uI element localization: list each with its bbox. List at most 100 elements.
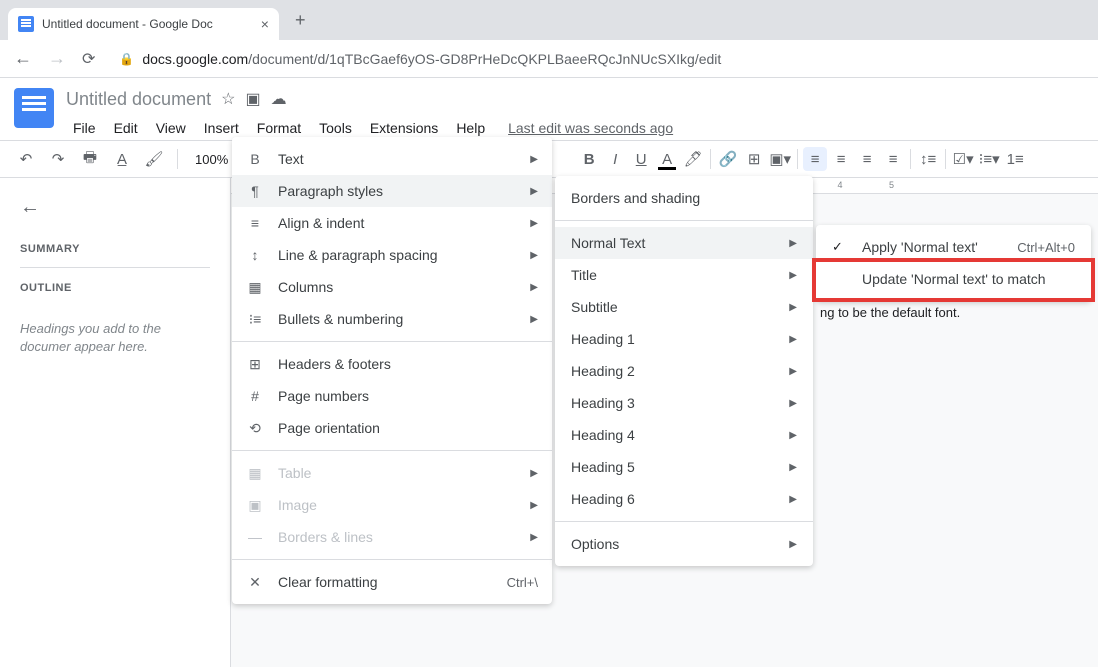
move-icon[interactable]: ▣ bbox=[245, 89, 260, 109]
toolbar-separator bbox=[710, 149, 711, 169]
reload-button[interactable]: ⟳ bbox=[82, 49, 95, 69]
menu-file[interactable]: File bbox=[66, 116, 103, 140]
menu-item-label: Paragraph styles bbox=[278, 183, 383, 199]
text-color-button[interactable]: A bbox=[655, 147, 679, 171]
new-tab-button[interactable]: + bbox=[295, 10, 306, 31]
menu-item-icon: ⊞ bbox=[246, 356, 264, 373]
lock-icon: 🔒 bbox=[119, 52, 134, 66]
outline-heading: OUTLINE bbox=[20, 282, 210, 306]
style-label: Subtitle bbox=[571, 299, 775, 315]
outline-sidebar: ← SUMMARY OUTLINE Headings you add to th… bbox=[0, 178, 230, 667]
paragraph-style-item[interactable]: Heading 4 ▶ bbox=[555, 419, 813, 451]
update-normal-text[interactable]: Update 'Normal text' to match bbox=[816, 263, 1091, 295]
redo-button[interactable]: ↷ bbox=[46, 147, 70, 171]
format-menu-item[interactable]: BText▶ bbox=[232, 143, 552, 175]
format-menu-item[interactable]: ▦Columns▶ bbox=[232, 271, 552, 303]
apply-label: Apply 'Normal text' bbox=[862, 239, 1003, 255]
align-left-button[interactable]: ≡ bbox=[803, 147, 827, 171]
align-center-button[interactable]: ≡ bbox=[829, 147, 853, 171]
italic-button[interactable]: I bbox=[603, 147, 627, 171]
address-bar[interactable]: 🔒 docs.google.com/document/d/1qTBcGaef6y… bbox=[111, 51, 1084, 67]
format-menu-item[interactable]: ↕Line & paragraph spacing▶ bbox=[232, 239, 552, 271]
submenu-arrow-icon: ▶ bbox=[789, 430, 797, 441]
paint-format-button[interactable]: 🖌 bbox=[142, 147, 166, 171]
document-title[interactable]: Untitled document bbox=[66, 89, 211, 110]
browser-nav-bar: ← → ⟳ 🔒 docs.google.com/document/d/1qTBc… bbox=[0, 40, 1098, 78]
paragraph-style-item[interactable]: Heading 3 ▶ bbox=[555, 387, 813, 419]
style-label: Normal Text bbox=[571, 235, 775, 251]
toolbar-separator bbox=[797, 149, 798, 169]
format-menu-item[interactable]: ¶ Paragraph styles ▶ bbox=[232, 175, 552, 207]
apply-normal-text[interactable]: ✓Apply 'Normal text'Ctrl+Alt+0 bbox=[816, 231, 1091, 263]
paragraph-style-item[interactable]: Heading 5▶ bbox=[555, 451, 813, 483]
style-label: Heading 3 bbox=[571, 395, 775, 411]
menu-item-icon: ✕ bbox=[246, 574, 264, 591]
paragraph-style-item[interactable]: Heading 1▶ bbox=[555, 323, 813, 355]
submenu-arrow-icon: ▶ bbox=[530, 186, 538, 197]
underline-button[interactable]: U bbox=[629, 147, 653, 171]
submenu-arrow-icon: ▶ bbox=[789, 238, 797, 249]
menu-item-label: Clear formatting bbox=[278, 574, 378, 590]
print-button[interactable]: 🖶 bbox=[78, 147, 102, 171]
align-right-button[interactable]: ≡ bbox=[855, 147, 879, 171]
paragraph-style-item[interactable]: Subtitle ▶ bbox=[555, 291, 813, 323]
menu-view[interactable]: View bbox=[149, 116, 193, 140]
menu-shortcut: Ctrl+\ bbox=[507, 575, 538, 590]
checklist-button[interactable]: ☑▾ bbox=[951, 147, 975, 171]
format-menu-item[interactable]: ≡Align & indent▶ bbox=[232, 207, 552, 239]
undo-button[interactable]: ↶ bbox=[14, 147, 38, 171]
add-comment-button[interactable]: ⊞ bbox=[742, 147, 766, 171]
style-label: Heading 4 bbox=[571, 427, 775, 443]
paragraph-style-item[interactable]: Title▶ bbox=[555, 259, 813, 291]
bulleted-list-button[interactable]: ⁝≡▾ bbox=[977, 147, 1001, 171]
menu-item-icon: B bbox=[246, 151, 264, 167]
menu-item-label: Line & paragraph spacing bbox=[278, 247, 438, 263]
collapse-sidebar-icon[interactable]: ← bbox=[20, 196, 210, 219]
paragraph-styles-submenu: Borders and shadingNormal Text▶Title▶Sub… bbox=[555, 176, 813, 566]
style-label: Heading 1 bbox=[571, 331, 775, 347]
style-label: Heading 6 bbox=[571, 491, 775, 507]
toolbar-separator bbox=[945, 149, 946, 169]
format-menu-item[interactable]: ⁝≡Bullets & numbering▶ bbox=[232, 303, 552, 335]
close-tab-icon[interactable]: × bbox=[261, 16, 269, 32]
menu-item-icon: ▣ bbox=[246, 497, 264, 514]
cloud-icon[interactable]: ☁ bbox=[271, 89, 287, 109]
browser-tab[interactable]: Untitled document - Google Doc × bbox=[8, 8, 279, 40]
line-spacing-button[interactable]: ↕≡ bbox=[916, 147, 940, 171]
star-icon[interactable]: ☆ bbox=[221, 89, 235, 109]
format-menu-item[interactable]: ⟲Page orientation bbox=[232, 412, 552, 444]
format-menu-item[interactable]: #Page numbers bbox=[232, 380, 552, 412]
submenu-arrow-icon: ▶ bbox=[530, 250, 538, 261]
last-edit-link[interactable]: Last edit was seconds ago bbox=[508, 120, 673, 136]
menu-edit[interactable]: Edit bbox=[107, 116, 145, 140]
url-text: docs.google.com/document/d/1qTBcGaef6yOS… bbox=[142, 51, 721, 67]
paragraph-style-item[interactable]: Heading 6▶ bbox=[555, 483, 813, 515]
align-justify-button[interactable]: ≡ bbox=[881, 147, 905, 171]
highlight-button[interactable]: 🖊 bbox=[681, 147, 705, 171]
forward-button: → bbox=[48, 48, 66, 69]
numbered-list-button[interactable]: 1≡ bbox=[1003, 147, 1027, 171]
submenu-arrow-icon: ▶ bbox=[789, 270, 797, 281]
paragraph-style-item[interactable]: Normal Text ▶ bbox=[555, 227, 813, 259]
submenu-arrow-icon: ▶ bbox=[789, 366, 797, 377]
back-button[interactable]: ← bbox=[14, 48, 32, 69]
docs-logo[interactable] bbox=[14, 88, 54, 128]
insert-link-button[interactable]: 🔗 bbox=[716, 147, 740, 171]
format-menu-dropdown: BText▶¶Paragraph styles▶≡Align & indent▶… bbox=[232, 137, 552, 604]
document-body-text[interactable]: ng to be the default font. bbox=[820, 305, 960, 320]
insert-image-button[interactable]: ▣▾ bbox=[768, 147, 792, 171]
spellcheck-button[interactable]: A̲ bbox=[110, 147, 134, 171]
toolbar-separator bbox=[177, 149, 178, 169]
submenu-arrow-icon: ▶ bbox=[530, 218, 538, 229]
submenu-arrow-icon: ▶ bbox=[530, 532, 538, 543]
paragraph-style-item[interactable]: Heading 2▶ bbox=[555, 355, 813, 387]
bold-button[interactable]: B bbox=[577, 147, 601, 171]
options-item[interactable]: Options▶ bbox=[555, 528, 813, 560]
format-menu-item[interactable]: ✕ Clear formatting Ctrl+\ bbox=[232, 566, 552, 598]
format-menu-item[interactable]: ⊞Headers & footers bbox=[232, 348, 552, 380]
submenu-arrow-icon: ▶ bbox=[789, 302, 797, 313]
borders-shading-item[interactable]: Borders and shading bbox=[555, 182, 813, 214]
submenu-arrow-icon: ▶ bbox=[789, 398, 797, 409]
menu-item-icon: ¶ bbox=[246, 183, 264, 199]
menu-item-label: Bullets & numbering bbox=[278, 311, 403, 327]
